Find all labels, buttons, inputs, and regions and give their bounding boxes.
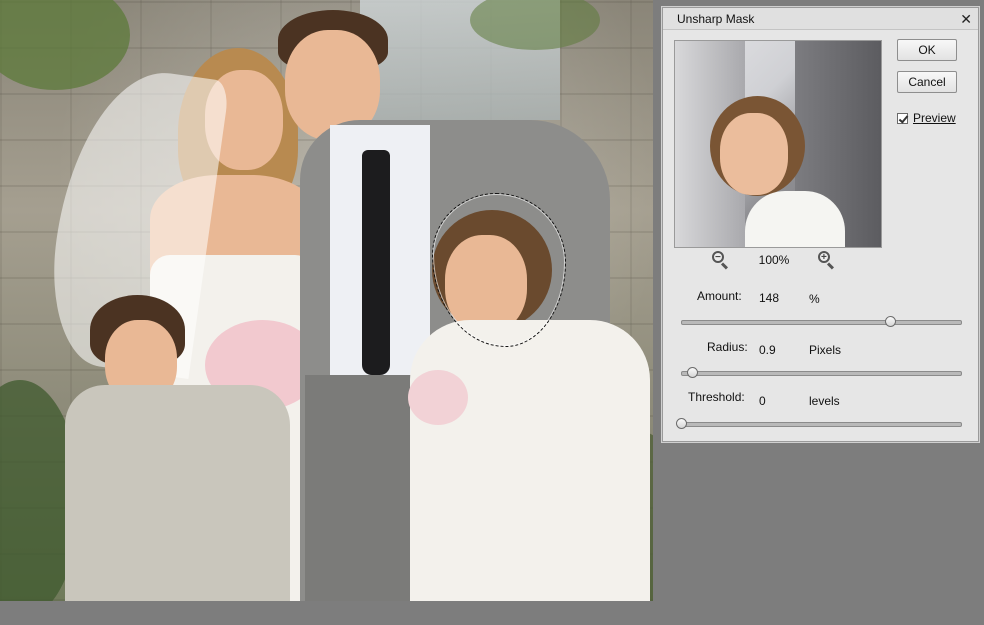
ok-button[interactable]: OK <box>897 39 957 61</box>
radius-value[interactable]: 0.9 <box>759 343 776 357</box>
radius-unit: Pixels <box>809 343 842 357</box>
zoom-in-icon[interactable]: + <box>817 250 837 270</box>
preview-label: Preview <box>913 111 956 125</box>
threshold-label: Threshold: <box>688 390 745 404</box>
amount-unit: % <box>809 292 820 306</box>
threshold-slider-track[interactable] <box>676 418 962 429</box>
threshold-slider-thumb[interactable] <box>676 418 687 429</box>
preview-thumbnail[interactable] <box>674 40 882 248</box>
dialog-title: Unsharp Mask <box>677 11 755 26</box>
zoom-controls: − 100% + <box>711 250 837 270</box>
zoom-out-icon[interactable]: − <box>711 250 731 270</box>
radius-label: Radius: <box>707 340 748 354</box>
radius-slider-thumb[interactable] <box>687 367 699 378</box>
preview-girl-dress <box>745 191 845 247</box>
preview-girl-face <box>720 113 788 195</box>
radius-slider-track[interactable] <box>681 367 962 378</box>
threshold-value[interactable]: 0 <box>759 394 766 408</box>
preview-checkbox[interactable] <box>897 112 908 124</box>
dialog-titlebar[interactable]: Unsharp Mask ✕ <box>663 8 978 30</box>
unsharp-mask-dialog: Unsharp Mask ✕ OK Cancel Preview − 100% … <box>662 7 979 442</box>
photo-canvas[interactable] <box>0 0 653 601</box>
amount-slider-thumb[interactable] <box>885 316 897 327</box>
amount-slider-track[interactable] <box>681 316 962 327</box>
preview-toggle[interactable]: Preview <box>897 111 956 125</box>
cancel-button[interactable]: Cancel <box>897 71 957 93</box>
amount-value[interactable]: 148 <box>759 291 779 305</box>
amount-label: Amount: <box>697 289 742 303</box>
zoom-level: 100% <box>758 253 790 267</box>
close-icon[interactable]: ✕ <box>960 12 972 26</box>
threshold-unit: levels <box>809 394 840 408</box>
